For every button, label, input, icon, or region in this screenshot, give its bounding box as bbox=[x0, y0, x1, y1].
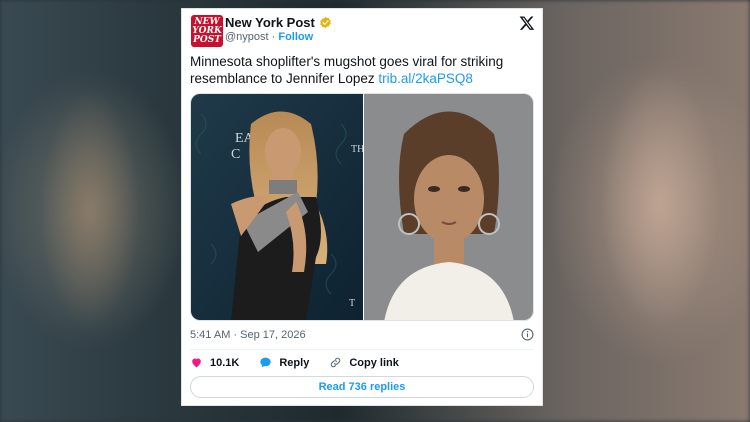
background-blur-left bbox=[40, 90, 140, 330]
photo-mugshot[interactable] bbox=[364, 94, 534, 321]
background-blur-right bbox=[600, 70, 720, 330]
account-name[interactable]: New York Post bbox=[225, 15, 315, 30]
logo-text-line3: POST bbox=[193, 34, 221, 45]
account-name-row: New York Post bbox=[225, 15, 332, 30]
tweet-text: Minnesota shoplifter's mugshot goes vira… bbox=[190, 53, 535, 87]
like-count: 10.1K bbox=[210, 356, 240, 369]
info-icon[interactable] bbox=[521, 328, 534, 341]
tweet-card: NEW YORK POST New York Post @nypost · Fo… bbox=[181, 8, 543, 406]
copy-link-label: Copy link bbox=[349, 356, 399, 369]
backdrop-text-3: TH bbox=[351, 144, 363, 155]
reply-label: Reply bbox=[279, 356, 310, 369]
reply-button[interactable]: Reply bbox=[259, 356, 309, 369]
x-logo-icon[interactable] bbox=[519, 15, 535, 31]
backdrop-text-2: C bbox=[231, 147, 240, 162]
backdrop-text-4: T bbox=[349, 298, 355, 309]
like-button[interactable]: 10.1K bbox=[190, 356, 239, 369]
link-icon bbox=[331, 357, 341, 368]
heart-icon bbox=[192, 358, 201, 368]
account-handle[interactable]: @nypost bbox=[225, 31, 269, 43]
divider bbox=[190, 349, 534, 350]
photo-red-carpet[interactable]: EA C TH T bbox=[191, 94, 363, 321]
handle-separator: · bbox=[268, 31, 279, 43]
tweet-link[interactable]: trib.al/2kaPSQ8 bbox=[378, 71, 473, 86]
account-avatar[interactable]: NEW YORK POST bbox=[191, 15, 223, 47]
follow-button[interactable]: Follow bbox=[278, 31, 313, 43]
verified-badge-icon bbox=[319, 16, 331, 29]
reply-bubble-icon bbox=[260, 357, 272, 368]
handle-row: @nypost · Follow bbox=[225, 31, 313, 43]
tweet-media[interactable]: EA C TH T bbox=[190, 93, 534, 321]
copy-link-button[interactable]: Copy link bbox=[329, 356, 399, 369]
tweet-timestamp[interactable]: 5:41 AM · Sep 17, 2026 bbox=[190, 329, 306, 341]
action-bar: 10.1K Reply Copy link bbox=[190, 356, 419, 369]
read-replies-button[interactable]: Read 736 replies bbox=[190, 376, 534, 398]
